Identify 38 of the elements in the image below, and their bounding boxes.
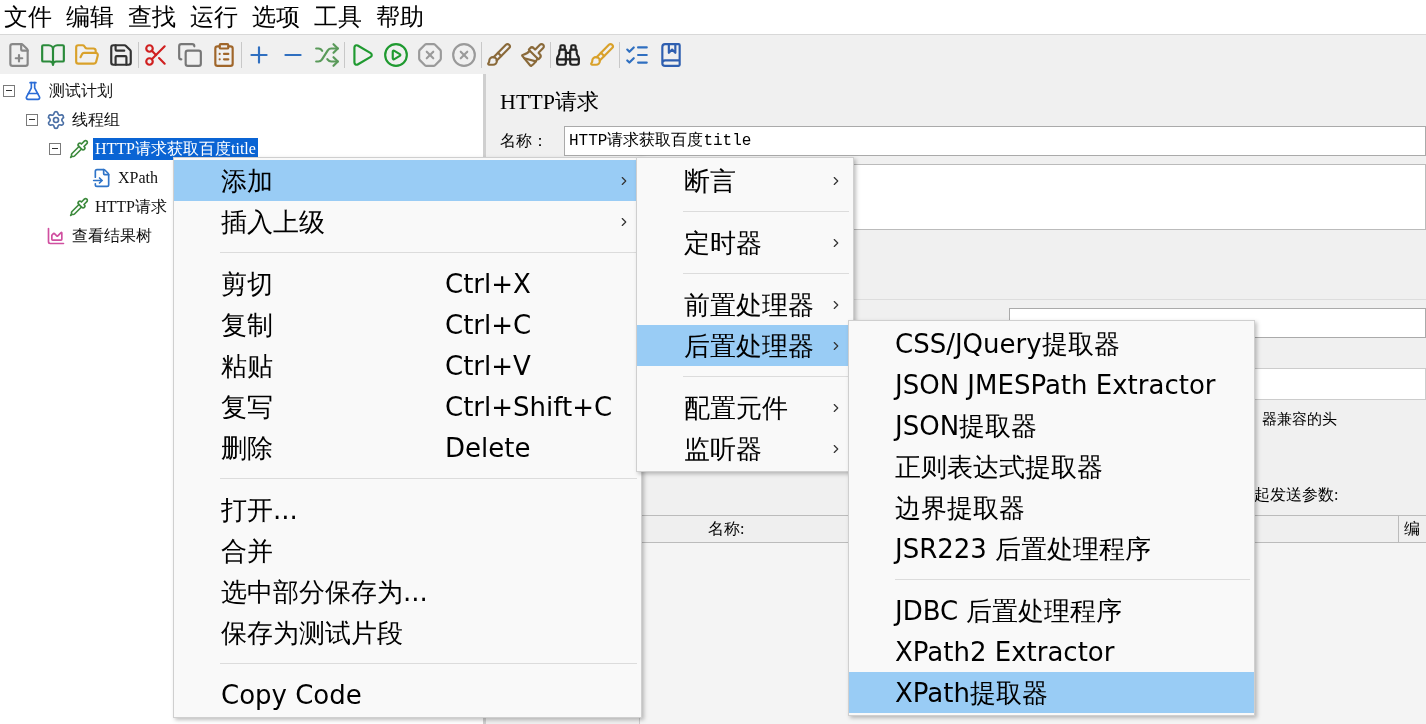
shortcut-label: Delete — [445, 434, 531, 461]
menu-item-label: 前置处理器 — [684, 291, 814, 318]
menu-item-label: JDBC 后置处理程序 — [895, 597, 1123, 624]
menu-item-label: 复写 — [221, 393, 274, 420]
shortcut-label: Ctrl+C — [445, 311, 532, 338]
option-label: 器兼容的头 — [1262, 410, 1338, 429]
menu-item-label: 粘贴 — [221, 352, 274, 379]
menu-item-label: XPath提取器 — [895, 679, 1049, 706]
menu-item-label: 合并 — [221, 537, 274, 564]
menu-item-label: 边界提取器 — [895, 494, 1026, 521]
menu-item-label: 插入上级 — [221, 208, 326, 235]
menu-item-label: 监听器 — [684, 435, 762, 462]
menu-item-label: 正则表达式提取器 — [895, 453, 1103, 480]
shortcut-label: Ctrl+X — [445, 270, 531, 297]
menu-item-label: JSON JMESPath Extractor — [895, 371, 1216, 398]
menu-item-label: 断言 — [684, 167, 737, 194]
menu-item-label: XPath2 Extractor — [895, 638, 1115, 665]
column-header: 编 — [1398, 515, 1426, 542]
menu-item-label: JSON提取器 — [895, 412, 1039, 439]
panel-title: HTTP请求 — [500, 88, 600, 116]
shortcut-label: Ctrl+Shift+C — [445, 393, 613, 420]
menu-item-label: 后置处理器 — [684, 332, 814, 359]
menu-item-label: 剪切 — [221, 270, 274, 297]
menu-item-label: 选中部分保存为... — [221, 578, 429, 605]
menu-item-label: Copy Code — [221, 681, 363, 708]
menu-item-label: 保存为测试片段 — [221, 619, 404, 646]
menu-item-label: 复制 — [221, 311, 274, 338]
menu-item-label: CSS/JQuery提取器 — [895, 330, 1120, 357]
column-header: 名称: — [707, 518, 746, 539]
menu-item-label: 删除 — [221, 434, 274, 461]
menu-item-label: JSR223 后置处理程序 — [895, 535, 1152, 562]
field-label: 名称： — [500, 131, 549, 151]
shortcut-label: Ctrl+V — [445, 352, 531, 379]
menu-item-label: 添加 — [221, 167, 274, 194]
menu-item-label: 定时器 — [684, 229, 762, 256]
menu-item-label: 打开... — [221, 496, 299, 523]
section-label: 起发送参数: — [1254, 484, 1340, 505]
menu-item-label: 配置元件 — [684, 394, 788, 421]
